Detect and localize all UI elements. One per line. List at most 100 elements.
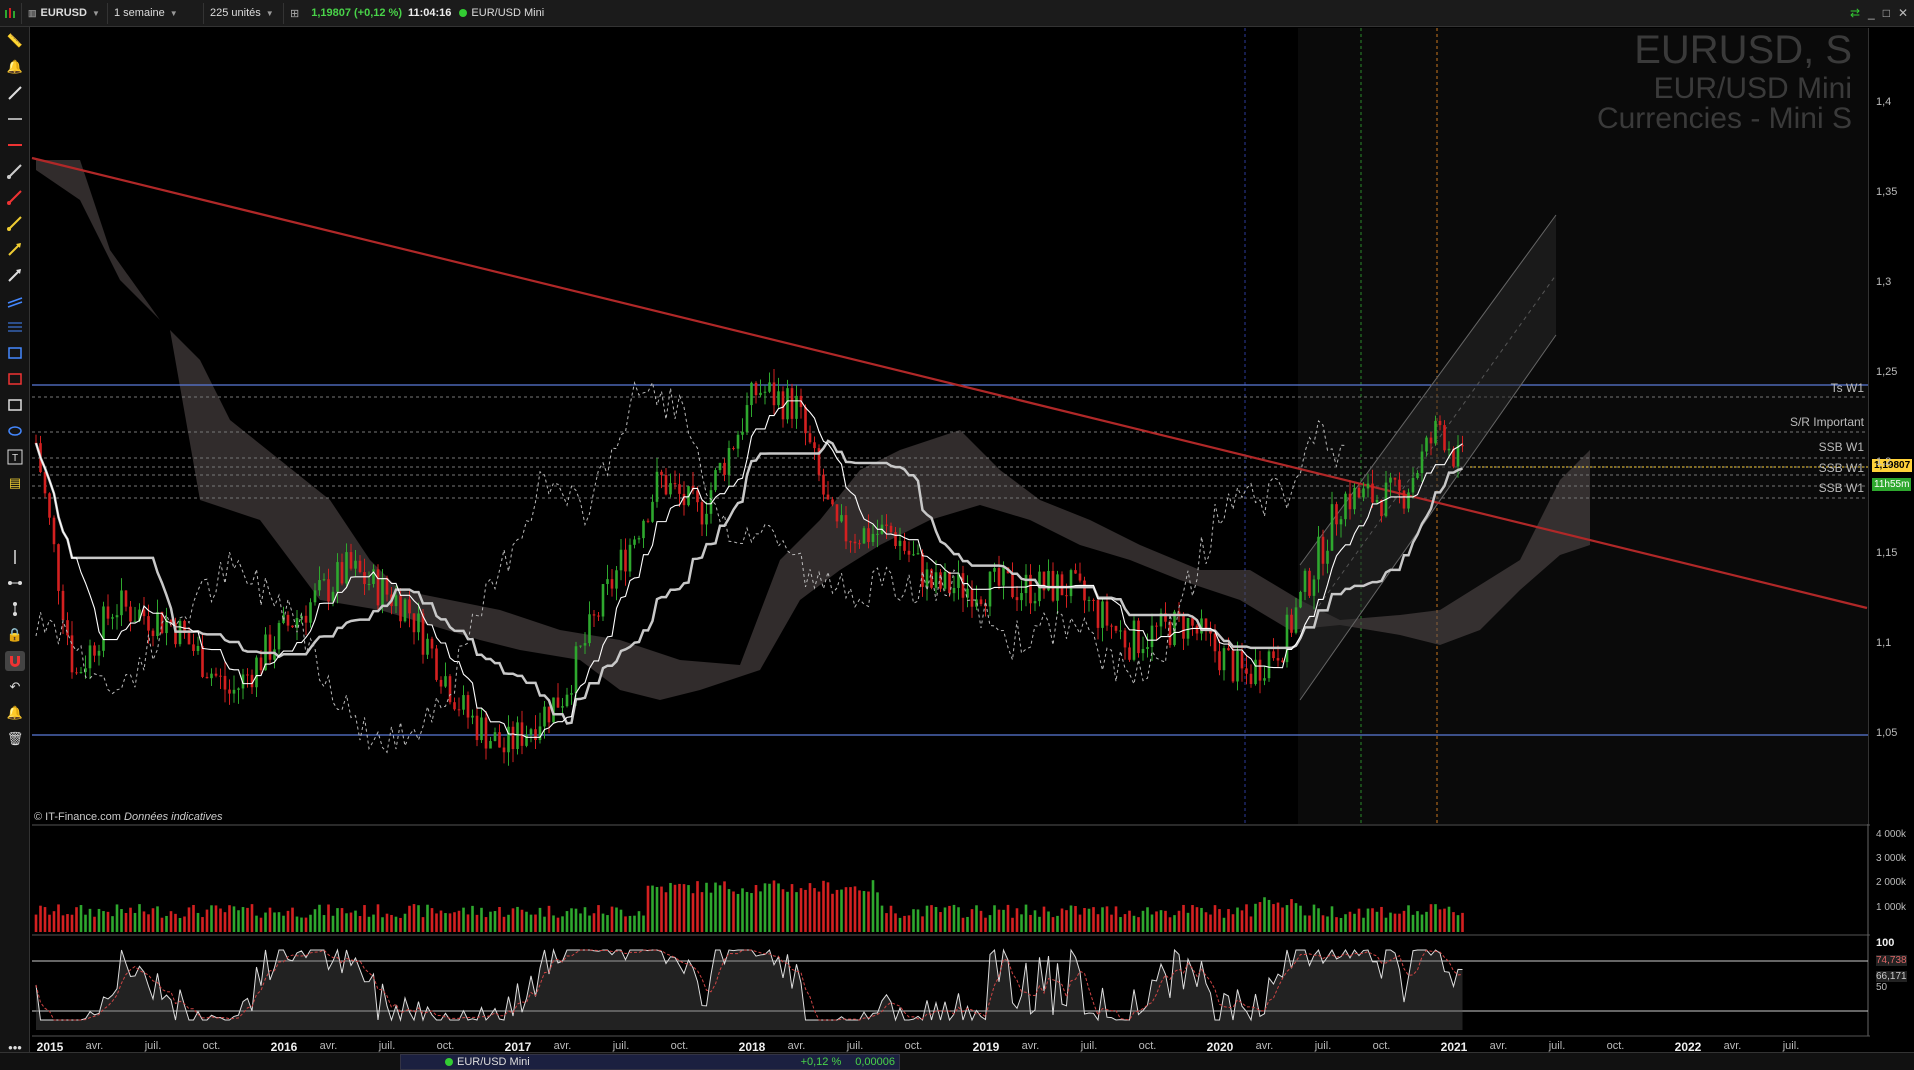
volume-bar bbox=[1456, 915, 1460, 932]
status-instrument: EUR/USD Mini bbox=[457, 1056, 530, 1068]
volume-bar bbox=[916, 909, 920, 932]
volume-bar bbox=[165, 915, 168, 932]
status-instrument-cell[interactable]: EUR/USD Mini +0,12 % 0,00006 bbox=[400, 1054, 900, 1070]
candle-body bbox=[246, 674, 249, 676]
candle-body bbox=[214, 673, 218, 676]
volume-bar bbox=[970, 909, 974, 932]
candle-body bbox=[345, 552, 348, 584]
candle-body bbox=[885, 524, 888, 526]
candle-body bbox=[1168, 621, 1172, 646]
volume-bar bbox=[1348, 911, 1352, 932]
candle-body bbox=[376, 569, 380, 606]
x-tick: oct. bbox=[202, 1040, 221, 1052]
volume-bar bbox=[723, 881, 726, 932]
candle-body bbox=[1128, 647, 1131, 660]
volume-bar bbox=[894, 913, 897, 932]
volume-bar bbox=[489, 911, 492, 932]
volume-bar bbox=[183, 916, 186, 932]
volume-bar bbox=[1366, 908, 1370, 932]
volume-bar bbox=[1317, 908, 1320, 932]
volume-bar bbox=[957, 907, 960, 932]
volume-bar bbox=[898, 917, 902, 932]
candle-body bbox=[363, 572, 366, 585]
volume-bar bbox=[322, 915, 326, 932]
volume-bar bbox=[471, 905, 474, 932]
volume-bar bbox=[102, 911, 105, 932]
candle-body bbox=[543, 706, 546, 727]
x-tick: juil. bbox=[378, 1040, 396, 1052]
volume-bar bbox=[1339, 917, 1343, 932]
candle-body bbox=[102, 606, 105, 651]
volume-bar bbox=[655, 886, 659, 932]
price-chart[interactable] bbox=[0, 0, 1914, 1052]
volume-bar bbox=[241, 907, 245, 932]
volume-bar bbox=[930, 905, 933, 932]
candle-body bbox=[502, 747, 506, 753]
volume-bar bbox=[1177, 910, 1181, 932]
volume-bar bbox=[804, 889, 807, 932]
volume-bar bbox=[142, 911, 146, 932]
volume-bar bbox=[889, 905, 893, 932]
candle-body bbox=[916, 553, 920, 555]
volume-bar bbox=[129, 907, 132, 932]
volume-bar bbox=[1137, 917, 1140, 932]
candle-body bbox=[61, 590, 65, 621]
volume-bar bbox=[399, 917, 402, 932]
volume-bar bbox=[124, 912, 128, 932]
candle-body bbox=[844, 515, 848, 542]
candle-body bbox=[867, 528, 870, 543]
candle-body bbox=[403, 599, 407, 622]
candle-body bbox=[1096, 600, 1100, 628]
candle-body bbox=[858, 543, 861, 545]
volume-bar bbox=[1182, 904, 1185, 932]
candle-body bbox=[1299, 591, 1302, 608]
candle-body bbox=[1105, 601, 1109, 626]
candle-body bbox=[327, 579, 330, 602]
volume-bar bbox=[1285, 905, 1289, 932]
candle-body bbox=[952, 587, 956, 594]
volume-bar bbox=[1461, 912, 1464, 932]
volume-bar bbox=[1020, 914, 1023, 932]
candle-body bbox=[367, 583, 371, 585]
x-tick: juil. bbox=[1548, 1040, 1566, 1052]
candle-body bbox=[295, 617, 299, 628]
volume-bar bbox=[538, 907, 542, 932]
volume-bar bbox=[880, 905, 884, 932]
volume-bar bbox=[268, 907, 272, 932]
candle-body bbox=[601, 584, 605, 617]
candle-body bbox=[1078, 573, 1082, 581]
candle-body bbox=[97, 650, 101, 656]
candle-body bbox=[196, 646, 200, 651]
candle-body bbox=[853, 541, 857, 544]
volume-bar bbox=[1038, 916, 1041, 932]
volume-bar bbox=[1303, 915, 1307, 932]
volume-bar bbox=[385, 913, 389, 932]
candle-body bbox=[1150, 625, 1154, 648]
status-live-icon bbox=[445, 1058, 453, 1066]
volume-bar bbox=[1006, 904, 1010, 932]
level-label-ssb-2: SSB W1 bbox=[1818, 461, 1864, 475]
volume-bar bbox=[93, 916, 96, 932]
candle-body bbox=[354, 560, 357, 569]
candle-body bbox=[642, 520, 645, 539]
volume-bar bbox=[169, 911, 173, 932]
candle-body bbox=[970, 588, 974, 607]
volume-bar bbox=[736, 893, 740, 932]
volume-bar bbox=[1371, 908, 1374, 932]
candle-body bbox=[1375, 499, 1379, 503]
candle-body bbox=[840, 515, 843, 522]
volume-bar bbox=[682, 884, 686, 932]
volume-bar bbox=[286, 910, 290, 932]
candle-body bbox=[646, 520, 650, 522]
candle-body bbox=[1402, 490, 1406, 509]
volume-bar bbox=[1231, 914, 1235, 932]
volume-bar bbox=[1236, 907, 1239, 932]
volume-bar bbox=[1164, 910, 1167, 932]
volume-bar bbox=[1155, 911, 1158, 932]
candle-body bbox=[1308, 570, 1311, 596]
volume-bar bbox=[687, 885, 690, 932]
volume-bar bbox=[516, 906, 519, 932]
volume-bar bbox=[318, 904, 321, 932]
volume-bar bbox=[273, 912, 276, 932]
candle-body bbox=[979, 599, 983, 605]
